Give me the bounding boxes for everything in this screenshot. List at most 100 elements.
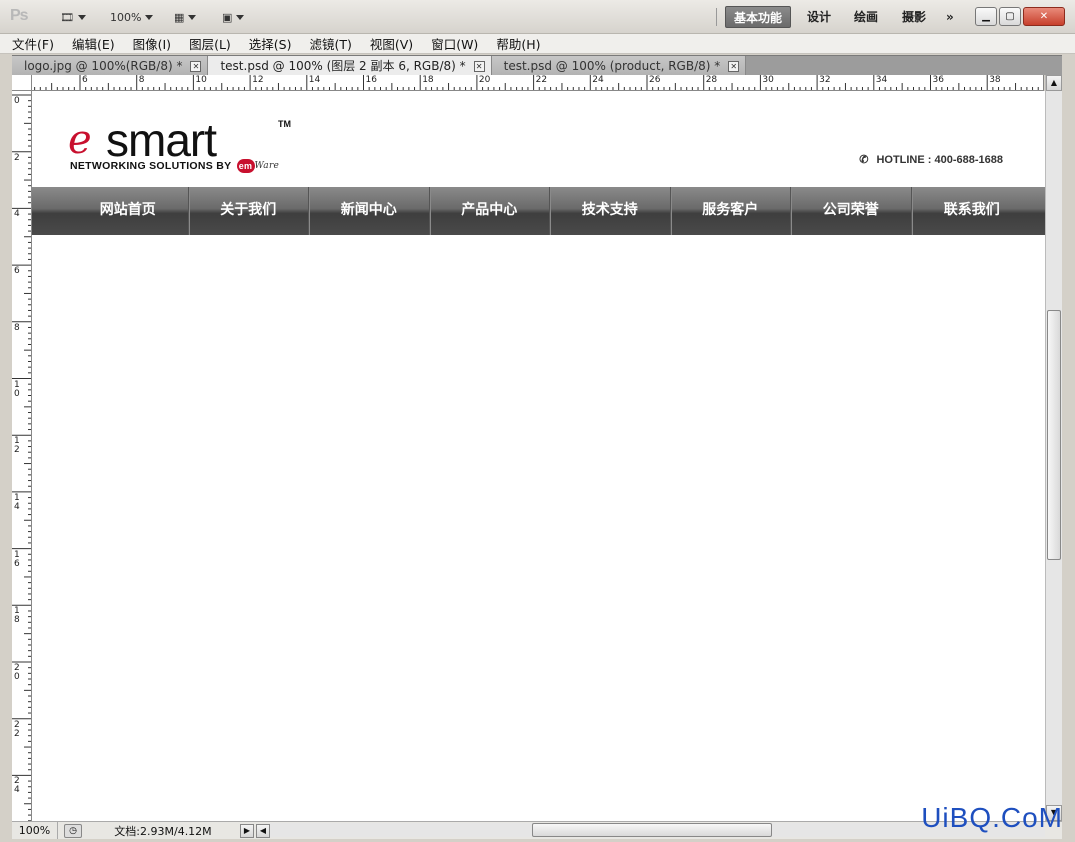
status-info-icon[interactable]: ◷ xyxy=(64,823,82,838)
logo-tagline: NETWORKING SOLUTIONS BY em Ware xyxy=(70,159,279,173)
tab-label: test.psd @ 100% (product, RGB/8) * xyxy=(503,58,721,73)
ruler-corner xyxy=(12,75,32,91)
nav-support[interactable]: 技术支持 xyxy=(550,187,671,235)
ruler-label: 22 xyxy=(535,75,548,85)
chevron-left-icon: ◀ xyxy=(259,825,267,835)
maximize-button[interactable]: ▢ xyxy=(999,7,1021,26)
menu-select[interactable]: 选择(S) xyxy=(249,34,292,53)
close-tab-icon[interactable]: ✕ xyxy=(473,60,485,72)
minimize-icon: ▁ xyxy=(982,11,990,22)
vertical-scrollbar[interactable]: ▲ ▼ xyxy=(1045,75,1062,821)
menu-bar: 文件(F) 编辑(E) 图像(I) 图层(L) 选择(S) 滤镜(T) 视图(V… xyxy=(0,34,1075,54)
menu-file[interactable]: 文件(F) xyxy=(12,34,54,53)
horizontal-ruler[interactable]: 6 8 10 12 14 16 18 20 22 24 26 28 30 32 34 36 38 xyxy=(32,75,1044,91)
chevron-up-icon: ▲ xyxy=(1050,78,1058,87)
zoom-level-dropdown[interactable]: 100% xyxy=(110,8,154,26)
phone-icon: ✆ xyxy=(859,154,869,166)
arrange-documents-button[interactable]: ▦ xyxy=(174,8,197,26)
nav-honors[interactable]: 公司荣誉 xyxy=(791,187,912,235)
ruler-label: 36 xyxy=(932,75,944,85)
tab-test-psd-layer[interactable]: test.psd @ 100% (图层 2 副本 6, RGB/8) * ✕ xyxy=(208,56,492,76)
application-bar: Ps 🎞 100% ▦ ▣ 基本功能 设计 绘画 摄影 » ▁ ▢ ✕ xyxy=(0,0,1075,34)
logo-ware: Ware xyxy=(254,161,280,171)
chevron-down-icon xyxy=(236,14,245,20)
ruler-label: 34 xyxy=(875,75,888,85)
tagline-text: NETWORKING SOLUTIONS BY xyxy=(70,159,232,172)
ruler-label: 18 xyxy=(422,75,434,85)
workspace-essentials[interactable]: 基本功能 xyxy=(725,6,792,28)
workspace-painting[interactable]: 绘画 xyxy=(846,6,886,28)
status-zoom[interactable]: 100% xyxy=(12,822,58,839)
close-tab-icon[interactable]: ✕ xyxy=(190,60,202,72)
scroll-thumb[interactable] xyxy=(1047,310,1061,560)
nav-about[interactable]: 关于我们 xyxy=(189,187,309,235)
layout-grid-icon: ▦ xyxy=(174,10,185,24)
ruler-label: 2 xyxy=(14,152,20,163)
ruler-label: 14 xyxy=(14,492,20,512)
ruler-label: 26 xyxy=(649,75,661,85)
close-tab-icon[interactable]: ✕ xyxy=(728,60,740,72)
nav-contact[interactable]: 联系我们 xyxy=(912,187,1033,235)
menu-image[interactable]: 图像(I) xyxy=(133,34,171,53)
workspace-photography[interactable]: 摄影 xyxy=(894,6,934,28)
logo-trademark: TM xyxy=(278,119,291,129)
ruler-label: 20 xyxy=(478,75,491,85)
document-size: 文档:2.93M/4.12M xyxy=(114,824,212,838)
tab-test-psd-product[interactable]: test.psd @ 100% (product, RGB/8) * ✕ xyxy=(491,56,747,76)
ruler-label: 16 xyxy=(14,549,20,569)
ruler-label: 6 xyxy=(82,75,88,85)
menu-filter[interactable]: 滤镜(T) xyxy=(309,34,351,53)
ruler-label: 6 xyxy=(14,266,20,277)
launch-bridge-button[interactable]: 🎞 xyxy=(60,8,86,26)
ruler-label: 16 xyxy=(365,75,377,85)
ruler-label: 12 xyxy=(252,75,264,85)
nav-products[interactable]: 产品中心 xyxy=(430,187,550,235)
nav-news[interactable]: 新闻中心 xyxy=(309,187,430,235)
nav-service[interactable]: 服务客户 xyxy=(671,187,791,235)
ruler-label: 4 xyxy=(14,209,20,220)
more-workspaces-button[interactable]: » xyxy=(938,6,962,28)
site-logo: e smart TM NETWORKING SOLUTIONS BY em War… xyxy=(68,113,308,175)
scroll-up-button[interactable]: ▲ xyxy=(1046,75,1062,91)
status-menu-button[interactable]: ▶ xyxy=(240,823,254,838)
ruler-label: 10 xyxy=(14,379,20,399)
menu-help[interactable]: 帮助(H) xyxy=(496,34,540,53)
workspace-design[interactable]: 设计 xyxy=(799,6,839,28)
close-button[interactable]: ✕ xyxy=(1023,7,1065,26)
maximize-icon: ▢ xyxy=(1005,11,1015,22)
ruler-label: 22 xyxy=(14,719,20,739)
nav-home[interactable]: 网站首页 xyxy=(68,187,189,235)
ruler-ticks xyxy=(12,94,31,821)
minimize-button[interactable]: ▁ xyxy=(975,7,997,26)
ruler-label: 18 xyxy=(14,606,20,626)
tab-logo-jpg[interactable]: logo.jpg @ 100%(RGB/8) * ✕ xyxy=(12,56,209,76)
document-tabs: logo.jpg @ 100%(RGB/8) * ✕ test.psd @ 10… xyxy=(12,55,1062,76)
ruler-label: 38 xyxy=(989,75,1001,85)
tab-label: test.psd @ 100% (图层 2 副本 6, RGB/8) * xyxy=(220,58,466,73)
scroll-left-button[interactable]: ◀ xyxy=(256,823,270,838)
chevron-down-icon xyxy=(188,14,197,20)
document-canvas[interactable]: e smart TM NETWORKING SOLUTIONS BY em War… xyxy=(32,91,1045,821)
zoom-level-value: 100% xyxy=(110,10,142,24)
ruler-label: 28 xyxy=(705,75,718,85)
watermark: UiBQ.CoM xyxy=(921,802,1063,833)
menu-window[interactable]: 窗口(W) xyxy=(431,34,478,53)
site-navigation: 网站首页 关于我们 新闻中心 产品中心 技术支持 服务客户 公司荣誉 联系我们 xyxy=(32,187,1045,235)
menu-edit[interactable]: 编辑(E) xyxy=(72,34,115,53)
logo-em-badge: em xyxy=(236,159,255,173)
screen-mode-icon: ▣ xyxy=(222,10,233,24)
ruler-label: 12 xyxy=(14,436,20,456)
close-icon: ✕ xyxy=(1039,11,1049,22)
vertical-ruler[interactable]: 0 2 4 6 8 10 12 14 16 18 20 22 24 xyxy=(12,91,32,821)
hotline-text: HOTLINE : 400-688-1688 xyxy=(876,153,1003,166)
menu-layer[interactable]: 图层(L) xyxy=(189,34,231,53)
tab-label: logo.jpg @ 100%(RGB/8) * xyxy=(24,58,183,73)
scroll-thumb[interactable] xyxy=(532,823,772,837)
ruler-label: 10 xyxy=(195,75,207,85)
ruler-label: 30 xyxy=(762,75,774,85)
ruler-label: 8 xyxy=(14,322,20,333)
ruler-label: 14 xyxy=(308,75,321,85)
menu-view[interactable]: 视图(V) xyxy=(370,34,413,53)
chevron-down-icon xyxy=(77,14,86,20)
screen-mode-button[interactable]: ▣ xyxy=(222,8,245,26)
